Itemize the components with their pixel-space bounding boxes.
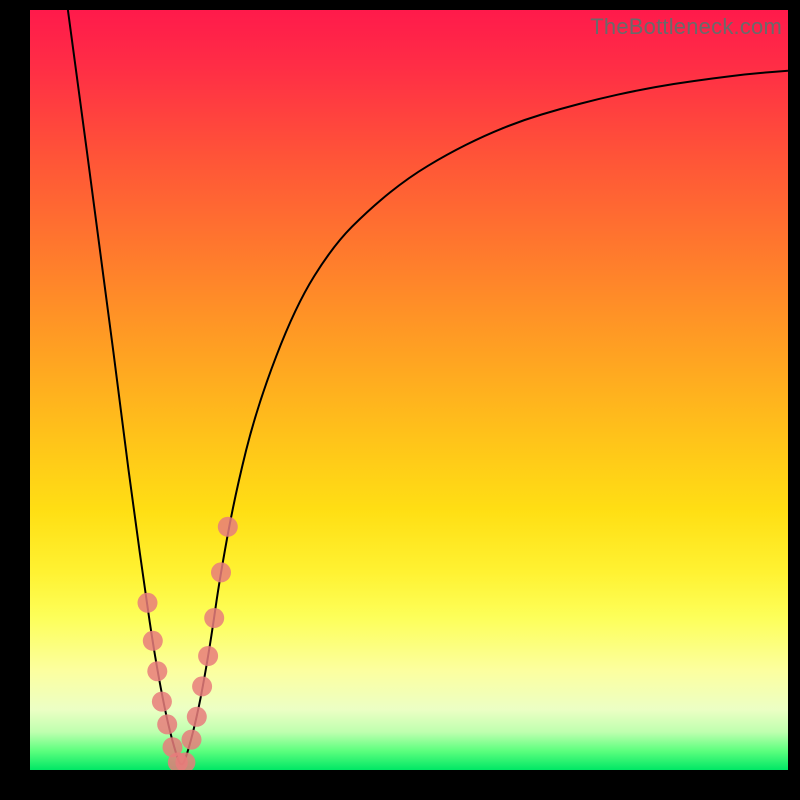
plot-area: TheBottleneck.com [30,10,788,770]
data-point-marker [204,608,224,628]
data-point-marker [182,730,202,750]
data-point-marker [152,692,172,712]
chart-frame: TheBottleneck.com [0,0,800,800]
chart-svg [30,10,788,770]
data-point-marker [147,661,167,681]
data-point-marker [187,707,207,727]
data-point-marker [211,562,231,582]
data-point-marker [143,631,163,651]
data-point-marker [198,646,218,666]
data-point-marker [192,676,212,696]
markers-right [175,517,237,770]
data-point-marker [157,714,177,734]
bottleneck-curve [68,10,788,764]
data-point-marker [138,593,158,613]
data-point-marker [218,517,238,537]
markers-left [138,593,188,770]
